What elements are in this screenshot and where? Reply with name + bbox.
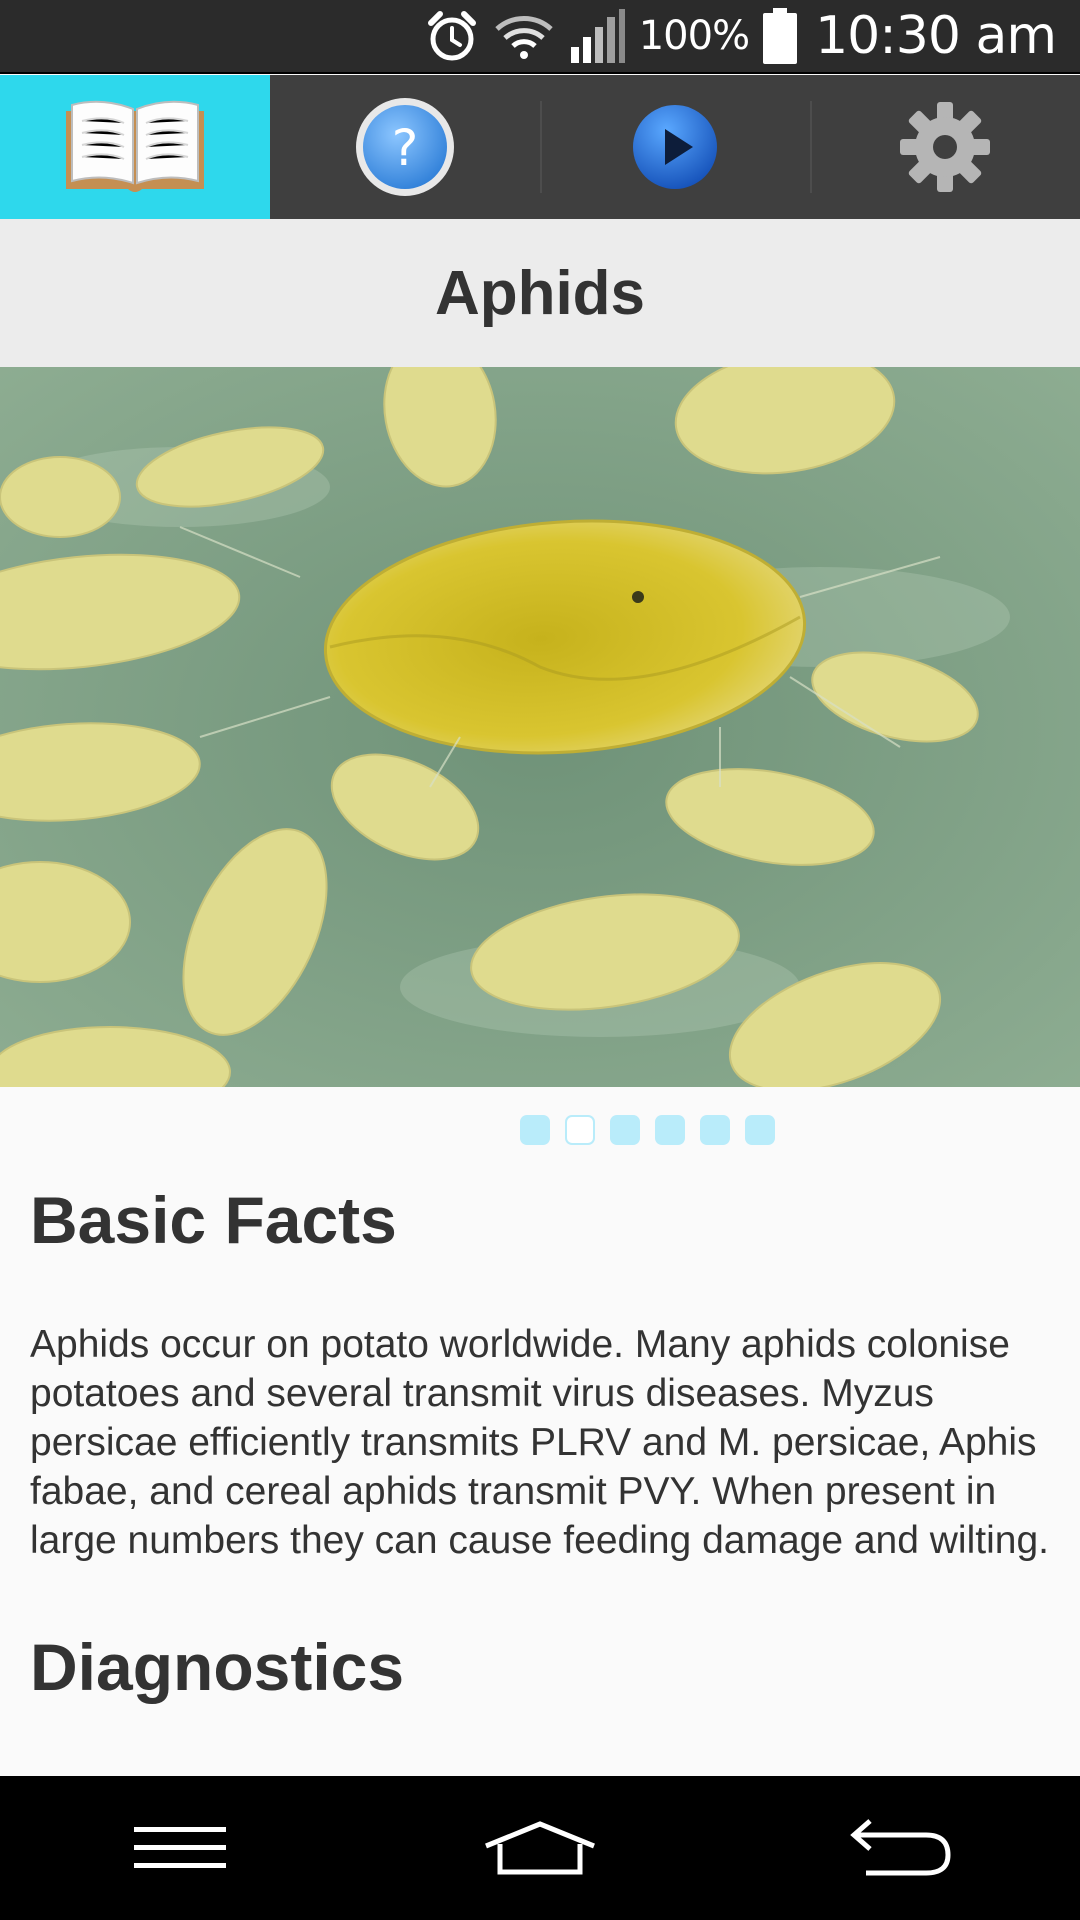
system-nav-bar <box>0 1776 1080 1920</box>
status-bar: 100% 10:30 am <box>0 0 1080 74</box>
tab-settings[interactable] <box>810 75 1080 219</box>
back-button[interactable] <box>800 1798 1000 1898</box>
home-icon <box>485 1821 595 1875</box>
pager-dot[interactable] <box>610 1115 640 1145</box>
page-header: Aphids <box>0 219 1080 367</box>
tab-help[interactable]: ? <box>270 75 540 219</box>
section-heading-basic-facts: Basic Facts <box>30 1183 397 1257</box>
tab-bar: ? <box>0 75 1080 219</box>
clock-time: 10:30 am <box>815 6 1057 66</box>
wifi-icon <box>493 11 555 61</box>
help-icon: ? <box>356 98 454 196</box>
pager-dot[interactable] <box>520 1115 550 1145</box>
svg-text:?: ? <box>392 119 419 177</box>
play-icon <box>633 105 717 189</box>
back-icon <box>850 1819 951 1876</box>
page-title: Aphids <box>434 258 646 328</box>
book-icon <box>66 100 204 192</box>
image-pager <box>520 1115 775 1145</box>
menu-icon <box>134 1827 226 1868</box>
pager-dot-active[interactable] <box>565 1115 595 1145</box>
pager-dot[interactable] <box>700 1115 730 1145</box>
home-button[interactable] <box>440 1798 640 1898</box>
alarm-icon <box>425 9 479 63</box>
battery-percent: 100% <box>638 13 750 59</box>
section-heading-diagnostics: Diagnostics <box>30 1630 405 1704</box>
battery-icon <box>763 8 798 64</box>
tab-book[interactable] <box>0 75 270 219</box>
settings-gear-icon <box>900 102 990 192</box>
signal-icon <box>569 9 625 63</box>
article-content: Basic Facts Aphids occur on potato world… <box>30 1180 1050 1707</box>
aphid-photo[interactable] <box>0 367 1080 1087</box>
menu-button[interactable] <box>80 1798 280 1898</box>
section-body-basic-facts: Aphids occur on potato worldwide. Many a… <box>30 1323 1049 1562</box>
pager-dot[interactable] <box>655 1115 685 1145</box>
tab-play[interactable] <box>540 75 810 219</box>
pager-dot[interactable] <box>745 1115 775 1145</box>
